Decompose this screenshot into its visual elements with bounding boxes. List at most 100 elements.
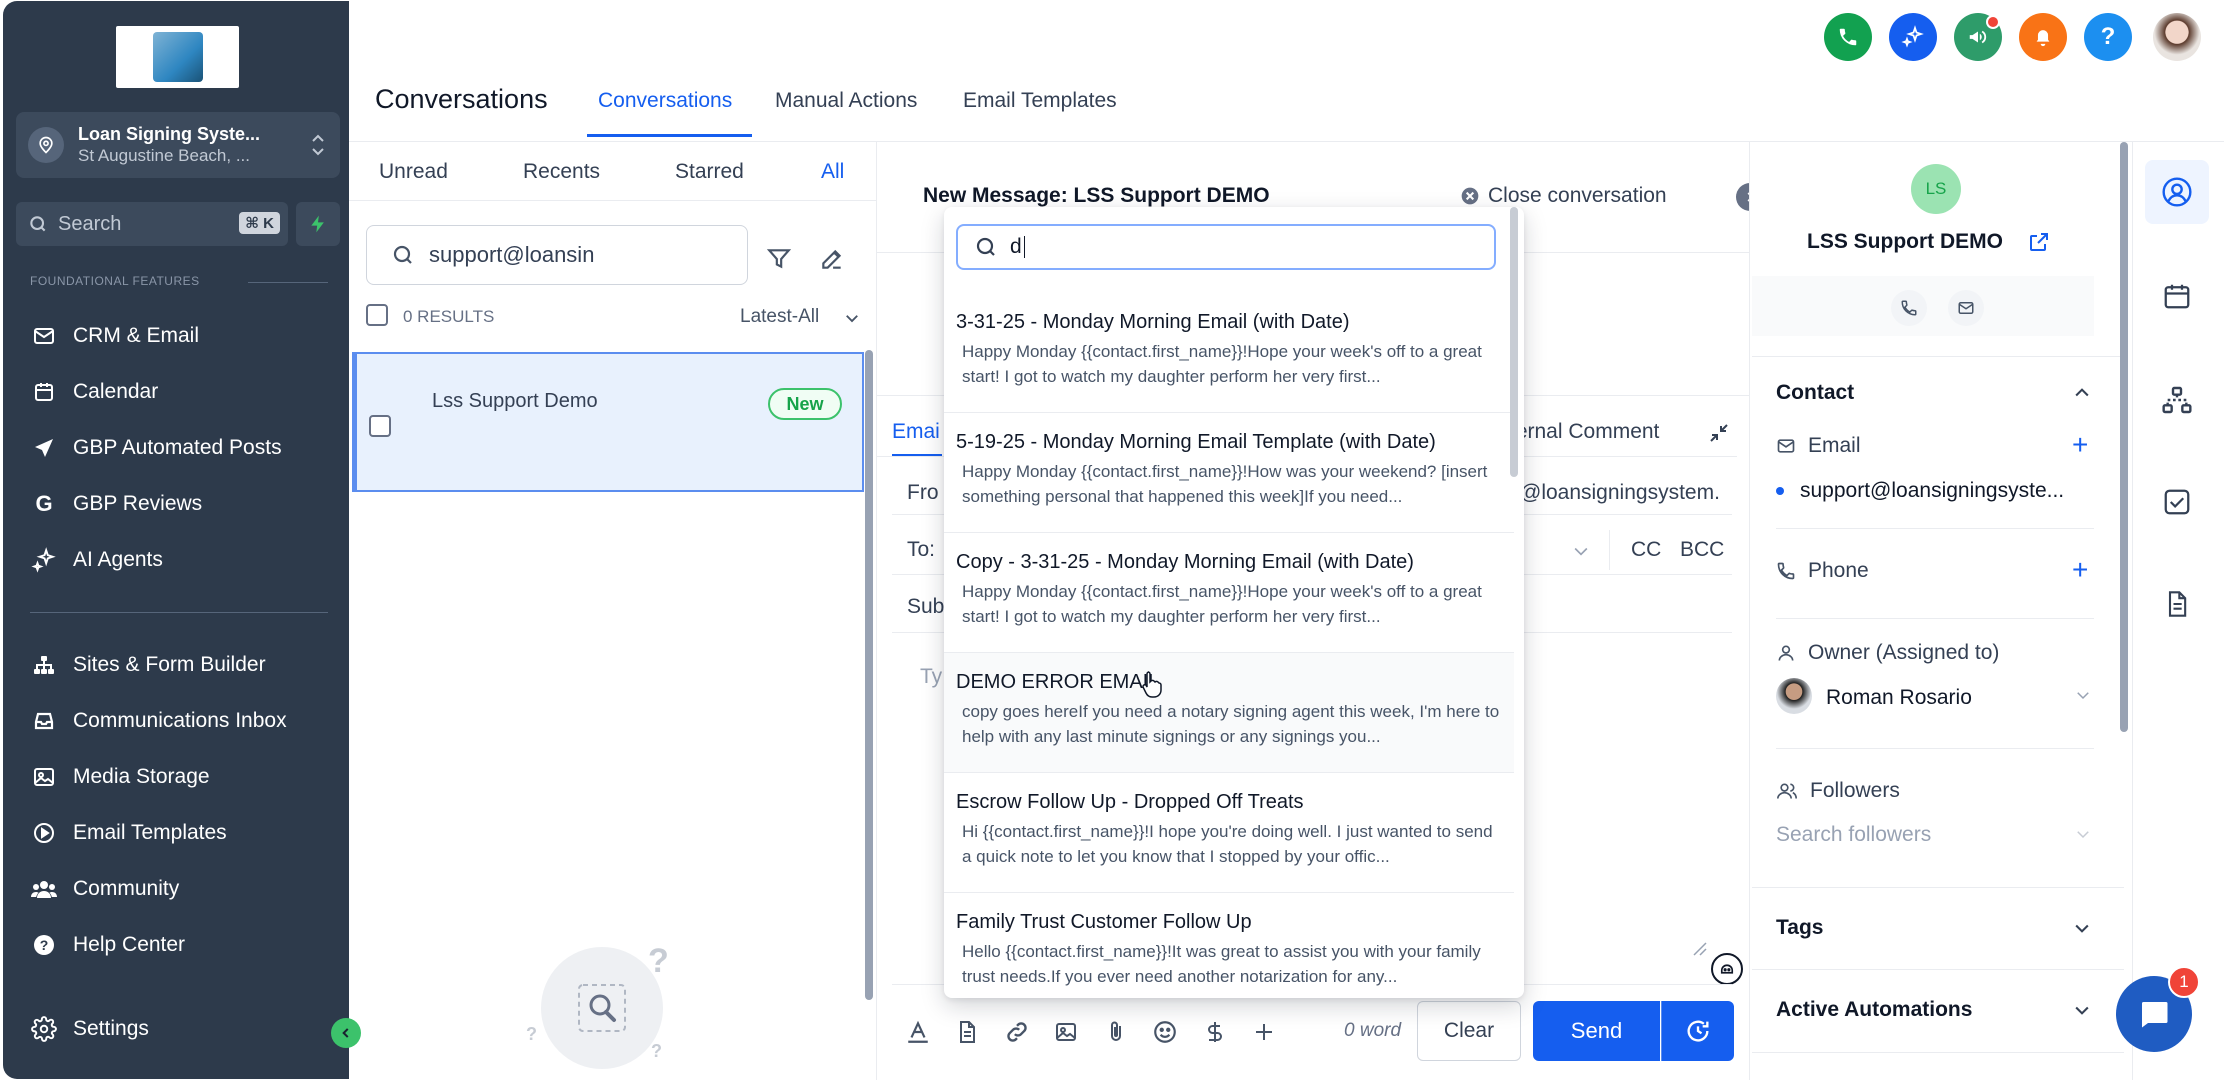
tab-conversations[interactable]: Conversations — [598, 89, 732, 113]
link-icon[interactable] — [1002, 1017, 1032, 1047]
filter-tab-unread[interactable]: Unread — [379, 160, 448, 184]
followers-search-input[interactable]: Search followers — [1776, 823, 1931, 847]
chevron-down-icon[interactable] — [2072, 1000, 2092, 1020]
conversation-item[interactable] — [352, 352, 864, 492]
filter-icon[interactable] — [766, 246, 792, 272]
sidebar-item-media[interactable]: Media Storage — [31, 757, 210, 797]
notifications-button[interactable] — [2019, 13, 2067, 61]
template-preview: Happy Monday {{contact.first_name}}!Hope… — [962, 582, 1482, 626]
image-icon[interactable] — [1051, 1017, 1081, 1047]
phone-field-label: Phone — [1776, 559, 1869, 583]
bcc-button[interactable]: BCC — [1680, 538, 1724, 562]
sidebar-search[interactable]: Search ⌘ K — [16, 202, 288, 246]
location-switcher[interactable]: Loan Signing Syste... St Augustine Beach… — [16, 112, 340, 178]
chevron-down-icon[interactable] — [1571, 541, 1591, 561]
sidebar-item-email-templates[interactable]: Email Templates — [31, 813, 227, 853]
template-item[interactable]: Escrow Follow Up - Dropped Off Treats Hi… — [944, 773, 1514, 893]
sidebar-item-sites[interactable]: Sites & Form Builder — [31, 645, 266, 685]
search-icon — [974, 235, 998, 259]
pointer-cursor-icon — [1140, 670, 1164, 698]
external-link-icon[interactable] — [2027, 230, 2051, 254]
call-contact-button[interactable] — [1891, 290, 1927, 326]
company-logo[interactable] — [116, 26, 239, 88]
from-value[interactable]: @loansigningsystem. — [1520, 481, 1720, 505]
notes-document-icon[interactable] — [2161, 588, 2193, 620]
ai-assist-icon[interactable] — [1711, 953, 1743, 985]
template-item[interactable]: Copy - 3-31-25 - Monday Morning Email (w… — [944, 533, 1514, 653]
owner-select[interactable]: Roman Rosario — [1826, 686, 1972, 710]
quick-actions-button[interactable] — [296, 202, 340, 246]
location-address: St Augustine Beach, ... — [78, 146, 251, 165]
template-item[interactable]: DEMO ERROR EMAIL copy goes hereIf you ne… — [944, 653, 1514, 773]
tab-internal-comment[interactable]: ternal Comment — [1510, 420, 1659, 444]
filter-tab-starred[interactable]: Starred — [675, 160, 744, 184]
email-body-editor[interactable]: Ty — [920, 665, 942, 689]
template-title: DEMO ERROR EMAIL — [956, 671, 1160, 693]
tasks-checkbox-icon[interactable] — [2161, 486, 2193, 518]
sidebar-item-settings[interactable]: Settings — [31, 1009, 149, 1049]
search-shortcut: ⌘ K — [239, 212, 280, 234]
user-avatar[interactable] — [2153, 13, 2201, 61]
sidebar-item-ai-agents[interactable]: AI Agents — [31, 540, 163, 580]
sort-dropdown[interactable]: Latest-All — [740, 306, 819, 328]
resize-handle-icon[interactable] — [1693, 942, 1707, 956]
template-search-input[interactable]: d — [956, 224, 1496, 270]
chevron-up-icon[interactable] — [2072, 383, 2092, 403]
contact-profile-icon[interactable] — [2161, 176, 2193, 208]
plus-icon[interactable] — [1249, 1017, 1279, 1047]
scrollbar[interactable] — [2120, 142, 2128, 732]
add-phone-button[interactable]: + — [2072, 556, 2088, 584]
template-item[interactable]: 3-31-25 - Monday Morning Email (with Dat… — [944, 293, 1514, 413]
add-email-button[interactable]: + — [2072, 431, 2088, 459]
conversation-search-input[interactable]: support@loansin — [366, 225, 748, 285]
chevron-down-icon[interactable] — [2074, 825, 2092, 843]
template-item[interactable]: Family Trust Customer Follow Up Hello {{… — [944, 893, 1514, 998]
conversation-checkbox[interactable] — [369, 415, 391, 437]
phone-button[interactable] — [1824, 13, 1872, 61]
compose-new-icon[interactable] — [819, 246, 845, 272]
chevron-down-icon[interactable] — [2072, 918, 2092, 938]
ai-assistant-button[interactable] — [1889, 13, 1937, 61]
collapse-sidebar-button[interactable] — [331, 1018, 361, 1048]
sidebar-item-gbp-reviews[interactable]: G GBP Reviews — [31, 484, 202, 524]
close-conversation-button[interactable]: Close conversation — [1460, 184, 1667, 208]
select-all-checkbox[interactable] — [366, 304, 388, 326]
tab-email-templates[interactable]: Email Templates — [963, 89, 1117, 113]
sidebar-item-label: Community — [73, 877, 180, 900]
sidebar-item-calendar[interactable]: Calendar — [31, 372, 158, 412]
template-item[interactable]: 5-19-25 - Monday Morning Email Template … — [944, 413, 1514, 533]
template-document-icon[interactable] — [952, 1017, 982, 1047]
sidebar-item-gbp-posts[interactable]: GBP Automated Posts — [31, 428, 282, 468]
scrollbar[interactable] — [1510, 207, 1518, 477]
sidebar-item-crm[interactable]: CRM & Email — [31, 316, 199, 356]
calendar-icon[interactable] — [2161, 280, 2193, 312]
attachment-icon[interactable] — [1101, 1017, 1131, 1047]
section-tags[interactable]: Tags — [1776, 916, 1823, 940]
chevron-down-icon[interactable] — [2074, 686, 2092, 704]
filter-tab-all[interactable]: All — [821, 160, 844, 184]
section-active-automations[interactable]: Active Automations — [1776, 998, 1972, 1022]
text-format-icon[interactable] — [903, 1017, 933, 1047]
filter-tab-recents[interactable]: Recents — [523, 160, 600, 184]
tab-manual-actions[interactable]: Manual Actions — [775, 89, 917, 113]
workflow-icon[interactable] — [2161, 384, 2193, 416]
sidebar-item-inbox[interactable]: Communications Inbox — [31, 701, 287, 741]
sidebar-item-community[interactable]: Community — [31, 869, 179, 909]
help-button[interactable]: ? — [2084, 13, 2132, 61]
contact-email[interactable]: support@loansigningsyste... — [1800, 479, 2064, 503]
send-arrow-icon — [31, 435, 57, 461]
email-label-text: Email — [1808, 434, 1861, 457]
tab-email[interactable]: Emai — [892, 420, 940, 444]
clear-button[interactable]: Clear — [1417, 1001, 1521, 1061]
sidebar-item-help[interactable]: ? Help Center — [31, 925, 185, 965]
collapse-compose-icon[interactable] — [1707, 421, 1731, 445]
section-contact[interactable]: Contact — [1776, 381, 1854, 405]
announcements-button[interactable] — [1954, 13, 2002, 61]
payment-dollar-icon[interactable] — [1200, 1017, 1230, 1047]
email-contact-button[interactable] — [1948, 290, 1984, 326]
scrollbar[interactable] — [865, 350, 873, 1000]
send-button[interactable]: Send — [1533, 1001, 1660, 1061]
cc-button[interactable]: CC — [1631, 538, 1661, 562]
schedule-send-button[interactable] — [1661, 1001, 1734, 1061]
emoji-icon[interactable] — [1150, 1017, 1180, 1047]
